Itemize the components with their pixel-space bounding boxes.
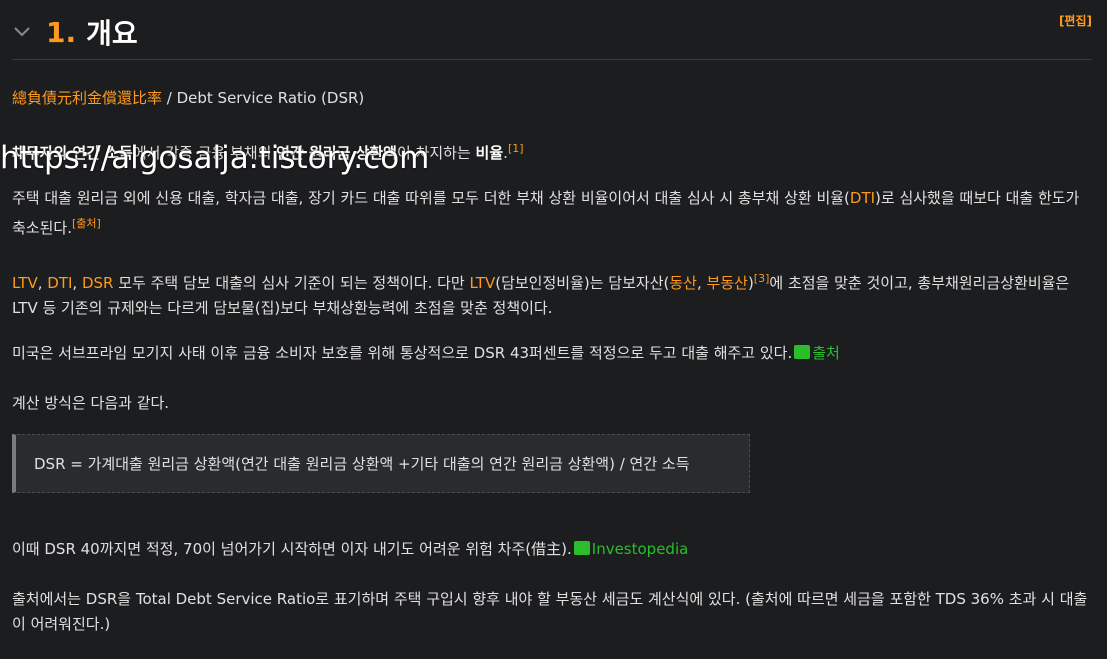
edit-link[interactable]: [편집] <box>1059 12 1092 29</box>
section-heading: 1. 개요 <box>12 12 1092 52</box>
paragraph-policy: LTV, DTI, DSR 모두 주택 담보 대출의 심사 기준이 되는 정책이… <box>12 266 1092 321</box>
text: , <box>37 274 48 292</box>
investopedia-link[interactable]: Investopedia <box>592 540 689 558</box>
paragraph-risk: 이때 DSR 40까지면 적정, 70이 넘어가기 시작하면 이자 내기도 어려… <box>12 537 1092 562</box>
dti-link[interactable]: DTI <box>850 189 875 207</box>
footnote-3[interactable]: [3] <box>754 272 770 285</box>
section-number: 1. <box>46 15 77 49</box>
paragraph-us: 미국은 서브프라임 모기지 사태 이후 금융 소비자 보호를 위해 통상적으로 … <box>12 341 1092 366</box>
movable-property-link[interactable]: 동산 <box>669 274 697 292</box>
divider <box>12 59 1092 60</box>
paragraph-loan: 주택 대출 원리금 외에 신용 대출, 학자금 대출, 장기 카드 대출 따위를… <box>12 186 1092 241</box>
formula-text: DSR = 가계대출 원리금 상환액(연간 대출 원리금 상환액 +기타 대출의… <box>34 455 690 473</box>
section-title: 개요 <box>86 17 138 50</box>
paragraph-tds: 출처에서는 DSR을 Total Debt Service Ratio로 표기하… <box>12 587 1092 637</box>
footnote-source[interactable]: [출처] <box>72 217 101 230</box>
watermark-url: https://algosalja.tistory.com <box>0 140 430 176</box>
footnote-1[interactable]: [1] <box>508 142 524 155</box>
text: 주택 대출 원리금 외에 신용 대출, 학자금 대출, 장기 카드 대출 따위를… <box>12 189 850 207</box>
hanja-link[interactable]: 總負債元利金償還比率 <box>12 89 162 107</box>
ltv-link[interactable]: LTV <box>12 274 38 292</box>
text: , <box>696 274 707 292</box>
text: (담보인정비율)는 담보자산( <box>495 274 670 292</box>
bold-text: 비율 <box>475 144 504 162</box>
ltv-link[interactable]: LTV <box>470 274 496 292</box>
chevron-down-icon[interactable] <box>12 19 38 45</box>
text: 계산 방식은 다음과 같다. <box>12 394 170 412</box>
text: 미국은 서브프라임 모기지 사태 이후 금융 소비자 보호를 위해 통상적으로 … <box>12 344 793 362</box>
external-link-icon <box>794 345 811 359</box>
text: , <box>72 274 82 292</box>
paragraph-definition: 總負債元利金償還比率 / Debt Service Ratio (DSR) <box>12 86 1092 111</box>
real-estate-link[interactable]: 부동산 <box>707 274 748 292</box>
dti-link[interactable]: DTI <box>47 274 72 292</box>
dsr-link[interactable]: DSR <box>82 274 114 292</box>
source-link[interactable]: 출처 <box>812 344 840 362</box>
text: 모두 주택 담보 대출의 심사 기준이 되는 정책이다. 다만 <box>113 274 470 292</box>
definition-text: / Debt Service Ratio (DSR) <box>162 89 365 107</box>
text: 출처에서는 DSR을 Total Debt Service Ratio로 표기하… <box>12 590 1088 633</box>
paragraph-calc: 계산 방식은 다음과 같다. <box>12 391 1092 416</box>
external-link-icon <box>573 541 590 555</box>
text: 이때 DSR 40까지면 적정, 70이 넘어가기 시작하면 이자 내기도 어려… <box>12 540 572 558</box>
formula-box: DSR = 가계대출 원리금 상환액(연간 대출 원리금 상환액 +기타 대출의… <box>12 434 750 493</box>
